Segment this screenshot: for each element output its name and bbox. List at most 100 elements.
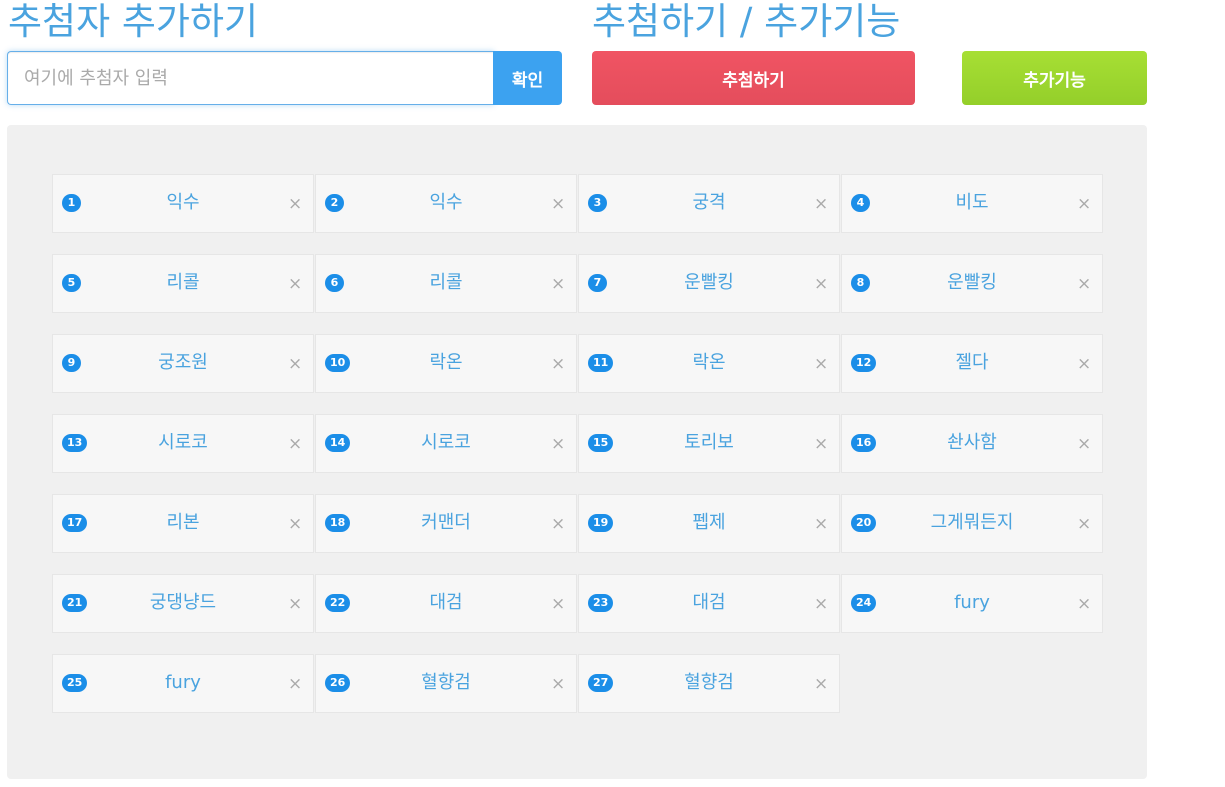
participant-number-badge: 9 [62, 354, 81, 372]
participant-number-badge: 18 [325, 514, 351, 532]
close-icon[interactable]: × [288, 196, 302, 213]
participant-name: 리콜 [429, 272, 463, 293]
close-icon[interactable]: × [1077, 516, 1091, 533]
close-icon[interactable]: × [1077, 356, 1091, 373]
close-icon[interactable]: × [1077, 196, 1091, 213]
close-icon[interactable]: × [1077, 436, 1091, 453]
participant-name: 궁격 [692, 192, 726, 213]
confirm-button[interactable]: 확인 [493, 51, 562, 105]
participant-number-badge: 14 [325, 434, 351, 452]
close-icon[interactable]: × [814, 436, 828, 453]
participant-number-badge: 15 [588, 434, 614, 452]
close-icon[interactable]: × [814, 196, 828, 213]
participant-card: 27 혈향검 × [578, 654, 840, 713]
participant-name: 익수 [429, 192, 463, 213]
close-icon[interactable]: × [814, 516, 828, 533]
participant-card: 22 대검 × [315, 574, 577, 633]
participant-name: 락온 [429, 352, 463, 373]
participant-name: 혈향검 [684, 672, 734, 693]
participant-name: 리본 [166, 512, 200, 533]
extra-features-button[interactable]: 추가기능 [962, 51, 1147, 105]
participant-card: 20 그게뭐든지 × [841, 494, 1103, 553]
participant-card: 6 리콜 × [315, 254, 577, 313]
participant-number-badge: 8 [851, 274, 870, 292]
close-icon[interactable]: × [551, 596, 565, 613]
participant-number-badge: 24 [851, 594, 877, 612]
close-icon[interactable]: × [814, 276, 828, 293]
participant-card: 15 토리보 × [578, 414, 840, 473]
participant-name: 젤다 [955, 352, 989, 373]
participant-number-badge: 21 [62, 594, 88, 612]
close-icon[interactable]: × [551, 436, 565, 453]
participant-number-badge: 23 [588, 594, 614, 612]
close-icon[interactable]: × [288, 436, 302, 453]
close-icon[interactable]: × [288, 356, 302, 373]
participant-card: 14 시로코 × [315, 414, 577, 473]
close-icon[interactable]: × [288, 276, 302, 293]
close-icon[interactable]: × [814, 596, 828, 613]
participant-number-badge: 27 [588, 674, 614, 692]
participant-name: 펩제 [692, 512, 726, 533]
close-icon[interactable]: × [551, 676, 565, 693]
participant-number-badge: 25 [62, 674, 88, 692]
participant-card: 12 젤다 × [841, 334, 1103, 393]
participant-name: 시로코 [421, 432, 471, 453]
participant-card: 3 궁격 × [578, 174, 840, 233]
participant-card: 7 운빨킹 × [578, 254, 840, 313]
participant-name-input[interactable] [7, 51, 494, 105]
participant-name: 커맨더 [421, 512, 471, 533]
participant-number-badge: 11 [588, 354, 614, 372]
participant-number-badge: 12 [851, 354, 877, 372]
close-icon[interactable]: × [1077, 596, 1091, 613]
participant-number-badge: 2 [325, 194, 344, 212]
participant-input-group: 확인 [7, 51, 562, 105]
participant-number-badge: 6 [325, 274, 344, 292]
participant-card: 5 리콜 × [52, 254, 314, 313]
participant-number-badge: 3 [588, 194, 607, 212]
close-icon[interactable]: × [288, 676, 302, 693]
close-icon[interactable]: × [551, 276, 565, 293]
participant-number-badge: 20 [851, 514, 877, 532]
draw-button[interactable]: 추첨하기 [592, 51, 915, 105]
close-icon[interactable]: × [551, 356, 565, 373]
participant-card: 26 혈향검 × [315, 654, 577, 713]
participant-number-badge: 4 [851, 194, 870, 212]
participant-name: 궁댕냥드 [149, 592, 217, 613]
participant-name: 토리보 [684, 432, 734, 453]
participant-card: 1 익수 × [52, 174, 314, 233]
add-participant-title: 추첨자 추가하기 [8, 0, 259, 43]
participant-card: 2 익수 × [315, 174, 577, 233]
participant-card: 21 궁댕냥드 × [52, 574, 314, 633]
participant-card: 17 리본 × [52, 494, 314, 553]
participant-card: 19 펩제 × [578, 494, 840, 553]
participant-number-badge: 13 [62, 434, 88, 452]
participant-name: 궁조원 [158, 352, 208, 373]
close-icon[interactable]: × [288, 596, 302, 613]
participant-card: 23 대검 × [578, 574, 840, 633]
participant-name: 락온 [692, 352, 726, 373]
close-icon[interactable]: × [1077, 276, 1091, 293]
participant-number-badge: 17 [62, 514, 88, 532]
close-icon[interactable]: × [288, 516, 302, 533]
close-icon[interactable]: × [814, 676, 828, 693]
participant-card: 11 락온 × [578, 334, 840, 393]
close-icon[interactable]: × [814, 356, 828, 373]
participant-number-badge: 5 [62, 274, 81, 292]
participant-card: 10 락온 × [315, 334, 577, 393]
participant-card: 4 비도 × [841, 174, 1103, 233]
participant-name: 대검 [692, 592, 726, 613]
draw-section-title: 추첨하기 / 추가기능 [592, 0, 901, 43]
participant-name: 운빨킹 [684, 272, 734, 293]
participant-card: 16 솬사함 × [841, 414, 1103, 473]
close-icon[interactable]: × [551, 516, 565, 533]
participant-number-badge: 7 [588, 274, 607, 292]
participant-number-badge: 16 [851, 434, 877, 452]
participant-number-badge: 22 [325, 594, 351, 612]
participant-name: 솬사함 [947, 432, 997, 453]
participant-list-panel: 1 익수 × 2 익수 × 3 궁격 × 4 비도 × 5 리콜 × 6 리콜 … [7, 125, 1147, 779]
participant-number-badge: 1 [62, 194, 81, 212]
participant-number-badge: 26 [325, 674, 351, 692]
participant-card: 24 fury × [841, 574, 1103, 633]
close-icon[interactable]: × [551, 196, 565, 213]
participant-card: 9 궁조원 × [52, 334, 314, 393]
